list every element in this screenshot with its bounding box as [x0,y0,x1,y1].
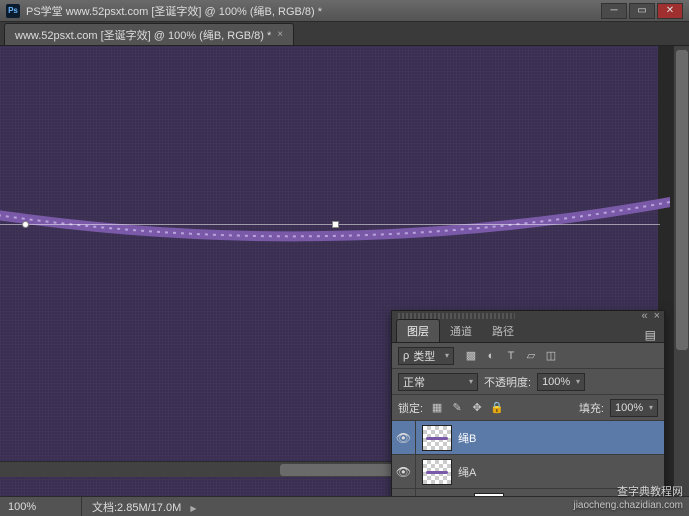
mask-thumbnail[interactable] [474,493,504,497]
chevron-down-icon: ▾ [445,351,449,360]
layer-row[interactable]: 👁 绳B [392,421,664,455]
layers-panel[interactable]: « × 图层 通道 路径 ▤ ρ 类型 ▾ ▩ ◐ T ▱ [391,310,665,496]
visibility-toggle-icon[interactable]: 👁 [392,421,416,454]
collapse-icon[interactable]: « [641,310,647,322]
filter-type-icon[interactable]: T [502,347,520,365]
vertical-scrollbar[interactable] [673,46,689,496]
filter-pixel-icon[interactable]: ▩ [462,347,480,365]
maximize-button[interactable]: ▭ [629,3,655,19]
tab-channels[interactable]: 通道 [440,320,482,342]
fill-label: 填充: [579,400,604,416]
scrollbar-thumb[interactable] [676,50,688,350]
watermark: 查字典教程网 jiaocheng.chazidian.com [573,485,683,512]
close-tab-icon[interactable]: × [277,29,283,40]
filter-icon-group: ▩ ◐ T ▱ ◫ [462,347,560,365]
app-icon: Ps [6,4,20,18]
lock-all-icon[interactable]: 🔒 [489,400,505,416]
blend-mode-value: 正常 [403,374,425,390]
layer-thumbnail[interactable] [422,425,452,451]
doc-info[interactable]: 文档:2.85M/17.0M ▶ [82,499,196,515]
visibility-toggle-icon[interactable]: 👁 [392,489,416,496]
document-tab[interactable]: www.52psxt.com [圣诞字效] @ 100% (绳B, RGB/8)… [4,23,294,45]
filter-smart-icon[interactable]: ◫ [542,347,560,365]
visibility-toggle-icon[interactable]: 👁 [392,455,416,488]
transform-guide [0,224,660,225]
opacity-field[interactable]: 100% ▾ [537,373,585,391]
layer-thumbnail[interactable] [422,459,452,485]
app-window: Ps PS学堂 www.52psxt.com [圣诞字效] @ 100% (绳B… [0,0,689,516]
lock-position-icon[interactable]: ✥ [469,400,485,416]
fill-field[interactable]: 100% ▾ [610,399,658,417]
chevron-down-icon: ▾ [649,403,653,412]
fill-value: 100% [615,402,643,414]
chevron-down-icon: ▾ [469,377,473,386]
opacity-value: 100% [542,376,570,388]
kind-filter-label: 类型 [413,348,435,364]
search-icon: ρ [403,350,409,362]
blend-row: 正常 ▾ 不透明度: 100% ▾ [392,369,664,395]
document-tab-label: www.52psxt.com [圣诞字效] @ 100% (绳B, RGB/8)… [15,27,271,43]
tab-paths[interactable]: 路径 [482,320,524,342]
rope-artwork [0,184,670,274]
document-tab-bar: www.52psxt.com [圣诞字效] @ 100% (绳B, RGB/8)… [0,22,689,46]
blend-mode-select[interactable]: 正常 ▾ [398,373,478,391]
layer-name[interactable]: 绳A [458,464,476,480]
lock-pixels-icon[interactable]: ✎ [449,400,465,416]
filter-row: ρ 类型 ▾ ▩ ◐ T ▱ ◫ [392,343,664,369]
filter-shape-icon[interactable]: ▱ [522,347,540,365]
adjustment-icon[interactable]: ◧ [434,496,454,497]
chevron-right-icon: ▶ [190,504,196,513]
window-title: PS学堂 www.52psxt.com [圣诞字效] @ 100% (绳B, R… [26,3,601,19]
lock-row: 锁定: ▦ ✎ ✥ 🔒 填充: 100% ▾ [392,395,664,421]
title-bar[interactable]: Ps PS学堂 www.52psxt.com [圣诞字效] @ 100% (绳B… [0,0,689,22]
lock-label: 锁定: [398,400,423,416]
transform-handle[interactable] [332,221,339,228]
zoom-field[interactable]: 100% [0,497,82,516]
panel-tab-strip: 图层 通道 路径 ▤ [392,321,664,343]
lock-transparent-icon[interactable]: ▦ [429,400,445,416]
close-panel-icon[interactable]: × [654,310,660,322]
chevron-down-icon: ▾ [576,377,580,386]
filter-adjust-icon[interactable]: ◐ [482,347,500,365]
minimize-button[interactable]: ─ [601,3,627,19]
panel-menu-icon[interactable]: ▤ [637,328,664,342]
layer-name[interactable]: 绳B [458,430,476,446]
close-button[interactable]: ✕ [657,3,683,19]
workspace: 52p « × 图层 通道 路径 ▤ ρ 类型 ▾ [0,46,689,496]
opacity-label: 不透明度: [484,374,531,390]
transform-handle[interactable] [22,221,29,228]
kind-filter-select[interactable]: ρ 类型 ▾ [398,347,454,365]
tab-layers[interactable]: 图层 [396,319,440,342]
